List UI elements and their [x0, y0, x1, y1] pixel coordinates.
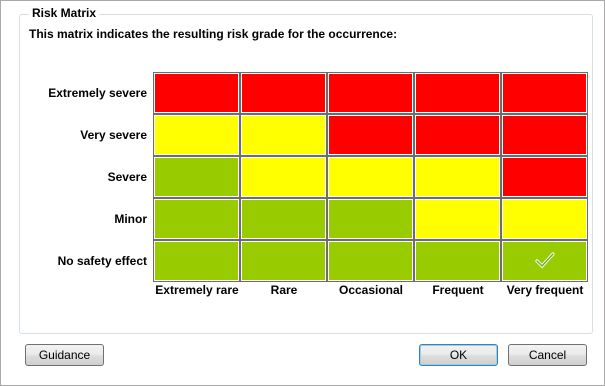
- risk-cell[interactable]: [414, 198, 501, 240]
- risk-cell[interactable]: [153, 72, 240, 114]
- severity-label: No safety effect: [57, 254, 147, 268]
- check-icon: [535, 252, 555, 269]
- risk-cell[interactable]: [414, 72, 501, 114]
- risk-cell[interactable]: [327, 240, 414, 282]
- guidance-button[interactable]: Guidance: [25, 344, 104, 366]
- risk-cell[interactable]: [327, 198, 414, 240]
- severity-label: Minor: [114, 212, 147, 226]
- frequency-label: Extremely rare: [155, 283, 239, 297]
- risk-grid: [153, 72, 588, 282]
- risk-cell[interactable]: [501, 72, 588, 114]
- risk-cell[interactable]: [153, 114, 240, 156]
- frequency-label: Very frequent: [506, 283, 584, 297]
- risk-cell[interactable]: [501, 114, 588, 156]
- risk-cell[interactable]: [240, 114, 327, 156]
- cancel-button[interactable]: Cancel: [508, 344, 587, 366]
- frequency-label: Frequent: [432, 283, 484, 297]
- severity-label: Extremely severe: [48, 86, 147, 100]
- matrix-description: This matrix indicates the resulting risk…: [29, 27, 398, 41]
- risk-cell[interactable]: [501, 240, 588, 282]
- risk-cell[interactable]: [153, 156, 240, 198]
- risk-cell[interactable]: [327, 72, 414, 114]
- risk-cell[interactable]: [240, 72, 327, 114]
- risk-cell[interactable]: [327, 156, 414, 198]
- risk-cell[interactable]: [240, 156, 327, 198]
- risk-cell[interactable]: [240, 240, 327, 282]
- group-title: Risk Matrix: [29, 6, 100, 20]
- severity-label: Severe: [107, 170, 147, 184]
- risk-cell[interactable]: [501, 198, 588, 240]
- risk-cell[interactable]: [327, 114, 414, 156]
- risk-cell[interactable]: [153, 240, 240, 282]
- risk-cell[interactable]: [501, 156, 588, 198]
- risk-cell[interactable]: [153, 198, 240, 240]
- risk-cell[interactable]: [414, 240, 501, 282]
- severity-label: Very severe: [80, 128, 147, 142]
- risk-cell[interactable]: [240, 198, 327, 240]
- frequency-label: Rare: [270, 283, 298, 297]
- risk-cell[interactable]: [414, 114, 501, 156]
- frequency-label: Occasional: [338, 283, 404, 297]
- risk-matrix-dialog: Risk Matrix This matrix indicates the re…: [0, 0, 605, 386]
- ok-button[interactable]: OK: [419, 344, 498, 366]
- risk-cell[interactable]: [414, 156, 501, 198]
